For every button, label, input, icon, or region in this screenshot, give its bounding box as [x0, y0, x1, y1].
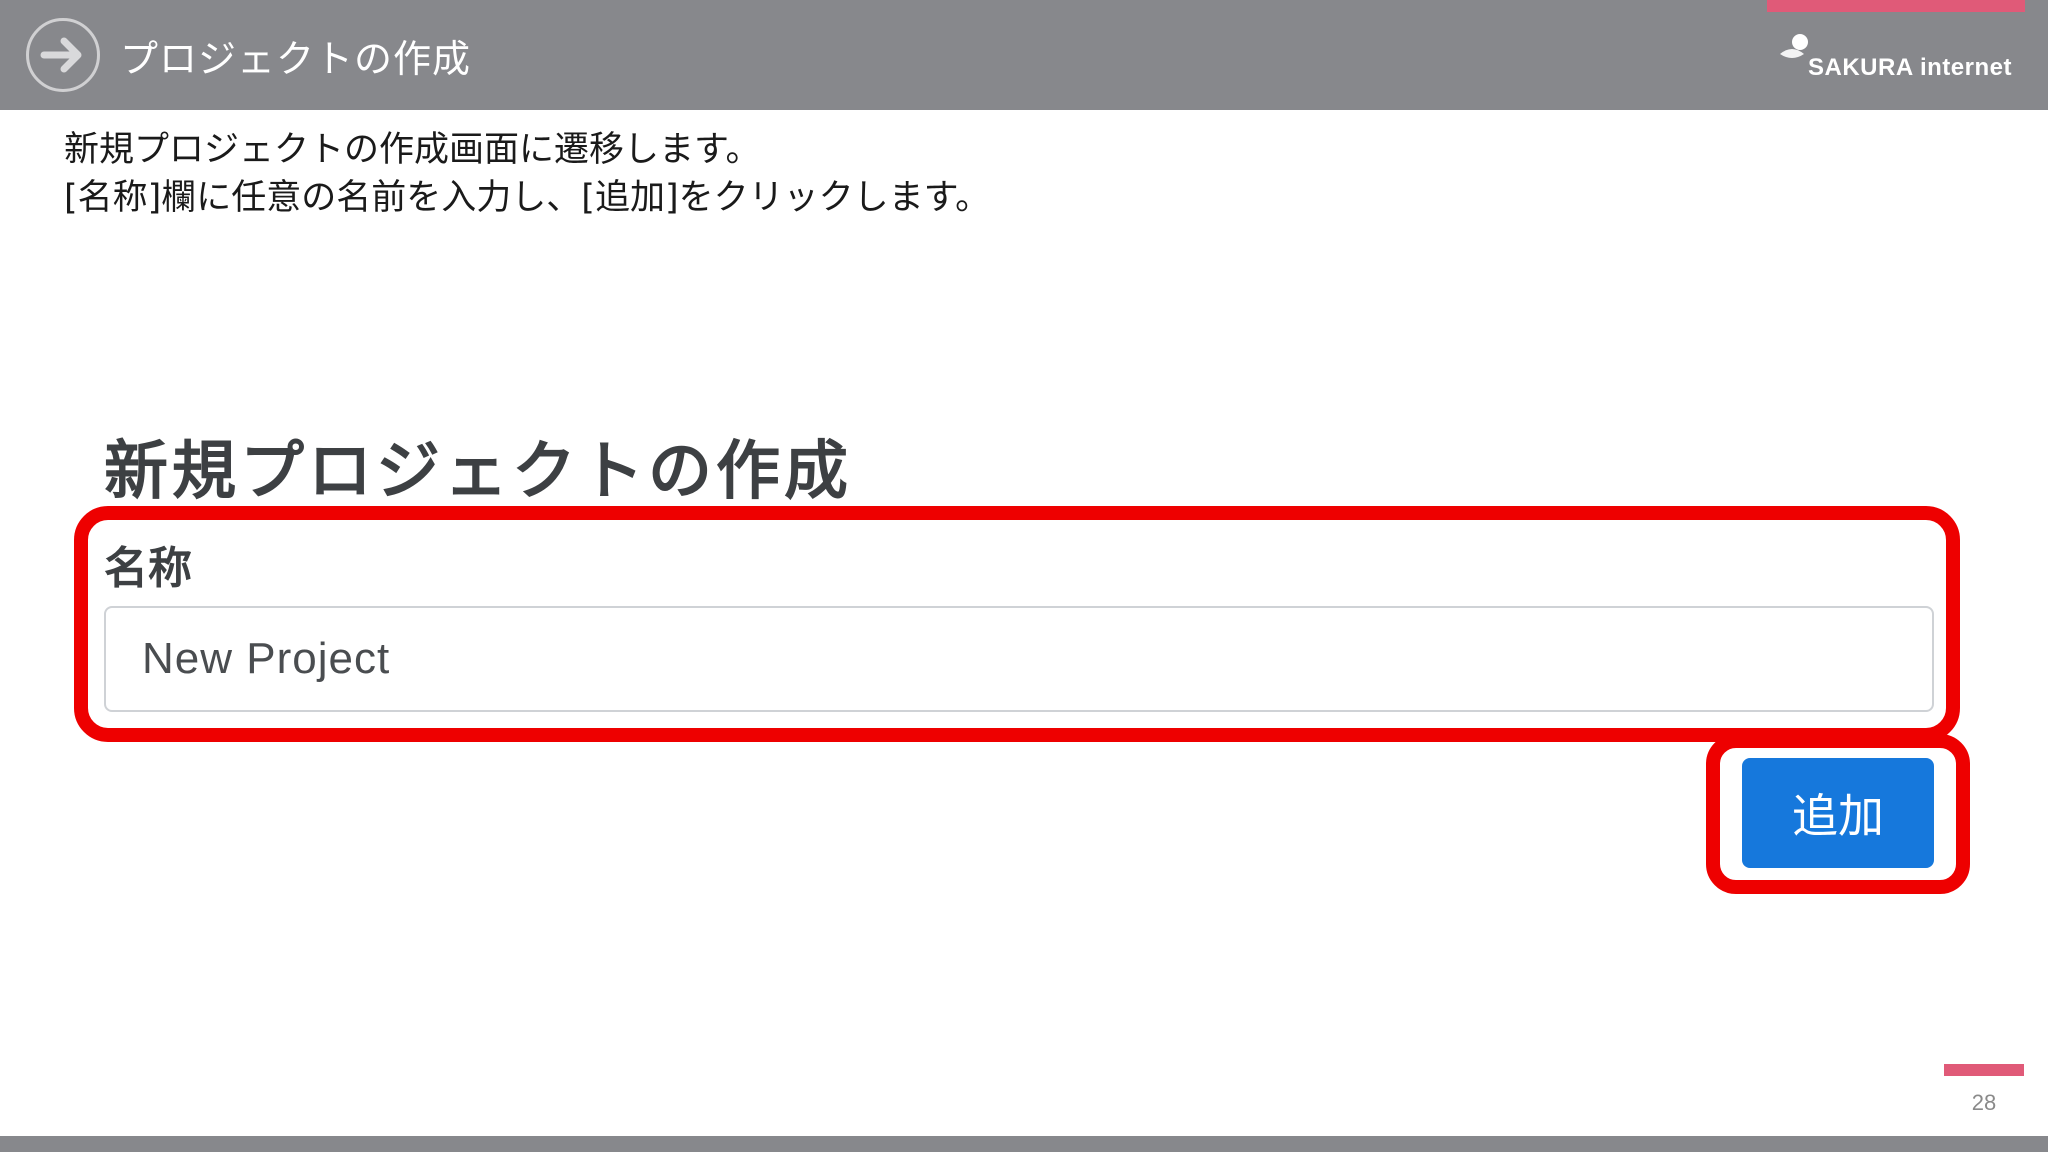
- footer-bar: [0, 1136, 2048, 1152]
- name-field-label: 名称: [104, 543, 192, 594]
- header-bar: プロジェクトの作成 SAKURA internet: [0, 0, 2048, 110]
- instruction-line-2: [名称]欄に任意の名前を入力し、[追加]をクリックします。: [64, 178, 991, 218]
- form-title: 新規プロジェクトの作成: [104, 435, 852, 509]
- header-accent-stripe: [1767, 0, 2025, 12]
- header-title: プロジェクトの作成: [120, 37, 472, 81]
- page-number: 28: [1971, 1090, 1997, 1115]
- name-input[interactable]: [104, 606, 1934, 712]
- logo-text: SAKURA internet: [1808, 54, 2012, 81]
- instruction-line-1: 新規プロジェクトの作成画面に遷移します。: [64, 130, 761, 170]
- sakura-logo: SAKURA internet: [1776, 32, 2026, 88]
- sakura-logo-icon: [1780, 34, 1808, 58]
- arrow-right-circle-icon: [26, 18, 100, 92]
- add-button[interactable]: 追加: [1742, 758, 1934, 868]
- slide: プロジェクトの作成 SAKURA internet 新規プロジェクトの作成画面に…: [0, 0, 2048, 1152]
- instructions: 新規プロジェクトの作成画面に遷移します。 [名称]欄に任意の名前を入力し、[追加…: [64, 126, 1764, 222]
- page-number-accent: [1944, 1064, 2024, 1076]
